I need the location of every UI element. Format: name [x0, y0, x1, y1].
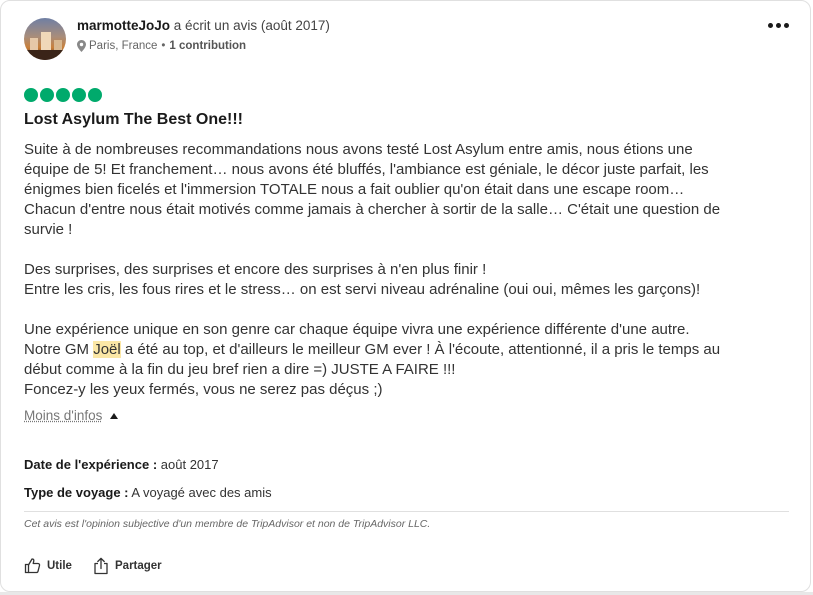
location-pin-icon — [77, 40, 86, 52]
review-text-line: Une expérience unique en son genre car c… — [24, 321, 690, 338]
helpful-button[interactable]: Utile — [24, 557, 72, 574]
share-button[interactable]: Partager — [93, 557, 162, 575]
review-text-segment: Notre GM — [24, 341, 94, 358]
avatar[interactable] — [24, 18, 66, 60]
rating-bubble — [40, 88, 54, 102]
thumbs-up-icon — [24, 558, 41, 574]
share-label: Partager — [115, 560, 162, 572]
review-disclaimer: Cet avis est l'opinion subjective d'un m… — [24, 518, 431, 530]
experience-date: Date de l'expérience : août 2017 — [24, 457, 219, 472]
review-text-line: début comme à la fin du jeu bref rien a … — [24, 361, 456, 378]
review-card: marmotteJoJo a écrit un avis (août 2017)… — [0, 0, 811, 592]
caret-up-icon — [110, 412, 119, 419]
review-text-line: Notre GM Joël a été au top, et d'ailleur… — [24, 340, 794, 360]
review-text-line: Foncez-y les yeux fermés, vous ne serez … — [24, 381, 383, 398]
rating-bubble — [88, 88, 102, 102]
review-text-line: Entre les cris, les fous rires et le str… — [24, 281, 701, 298]
reviewer-meta: Paris, France • 1 contribution — [77, 40, 246, 52]
reviewer-contributions: 1 contribution — [169, 40, 247, 52]
less-info-label: Moins d'infos — [24, 408, 103, 423]
avatar-ground — [24, 50, 66, 60]
review-text-line: survie ! — [24, 221, 73, 238]
trip-type-value: A voyagé avec des amis — [131, 485, 272, 500]
divider — [24, 511, 789, 512]
trip-type-label: Type de voyage : — [24, 485, 129, 500]
review-text-line: Chacun d'entre nous était motivés comme … — [24, 201, 721, 218]
review-text-segment: a été au top, et d'ailleurs le meilleur … — [120, 341, 721, 358]
review-body: Suite à de nombreuses recommandations no… — [24, 140, 794, 400]
more-options-icon — [775, 22, 781, 28]
reviewer-line: marmotteJoJo a écrit un avis (août 2017) — [77, 18, 330, 33]
review-text-line: Suite à de nombreuses recommandations no… — [24, 141, 693, 158]
review-title[interactable]: Lost Asylum The Best One!!! — [24, 111, 243, 129]
reviewer-name[interactable]: marmotteJoJo — [77, 18, 170, 33]
review-text-line: énigmes bien ficelés et l'immersion TOTA… — [24, 181, 685, 198]
more-options-icon — [783, 22, 789, 28]
more-options-button[interactable] — [765, 15, 791, 35]
rating-bubbles — [24, 88, 104, 102]
highlighted-keyword: Joël — [93, 341, 121, 358]
rating-bubble — [72, 88, 86, 102]
helpful-label: Utile — [47, 559, 72, 572]
rating-bubble — [24, 88, 38, 102]
less-info-link[interactable]: Moins d'infos — [24, 408, 119, 423]
meta-separator: • — [161, 40, 166, 52]
more-options-icon — [767, 22, 773, 28]
review-text-line: équipe de 5! Et franchement… nous avons … — [24, 161, 709, 178]
reviewer-location: Paris, France — [89, 40, 158, 52]
experience-date-value: août 2017 — [160, 457, 219, 472]
review-text-line: Des surprises, des surprises et encore d… — [24, 261, 487, 278]
share-icon — [94, 557, 108, 575]
rating-bubble — [56, 88, 70, 102]
trip-type: Type de voyage : A voyagé avec des amis — [24, 485, 272, 500]
experience-date-label: Date de l'expérience : — [24, 457, 158, 472]
wrote-review-text: a écrit un avis (août 2017) — [173, 18, 330, 33]
